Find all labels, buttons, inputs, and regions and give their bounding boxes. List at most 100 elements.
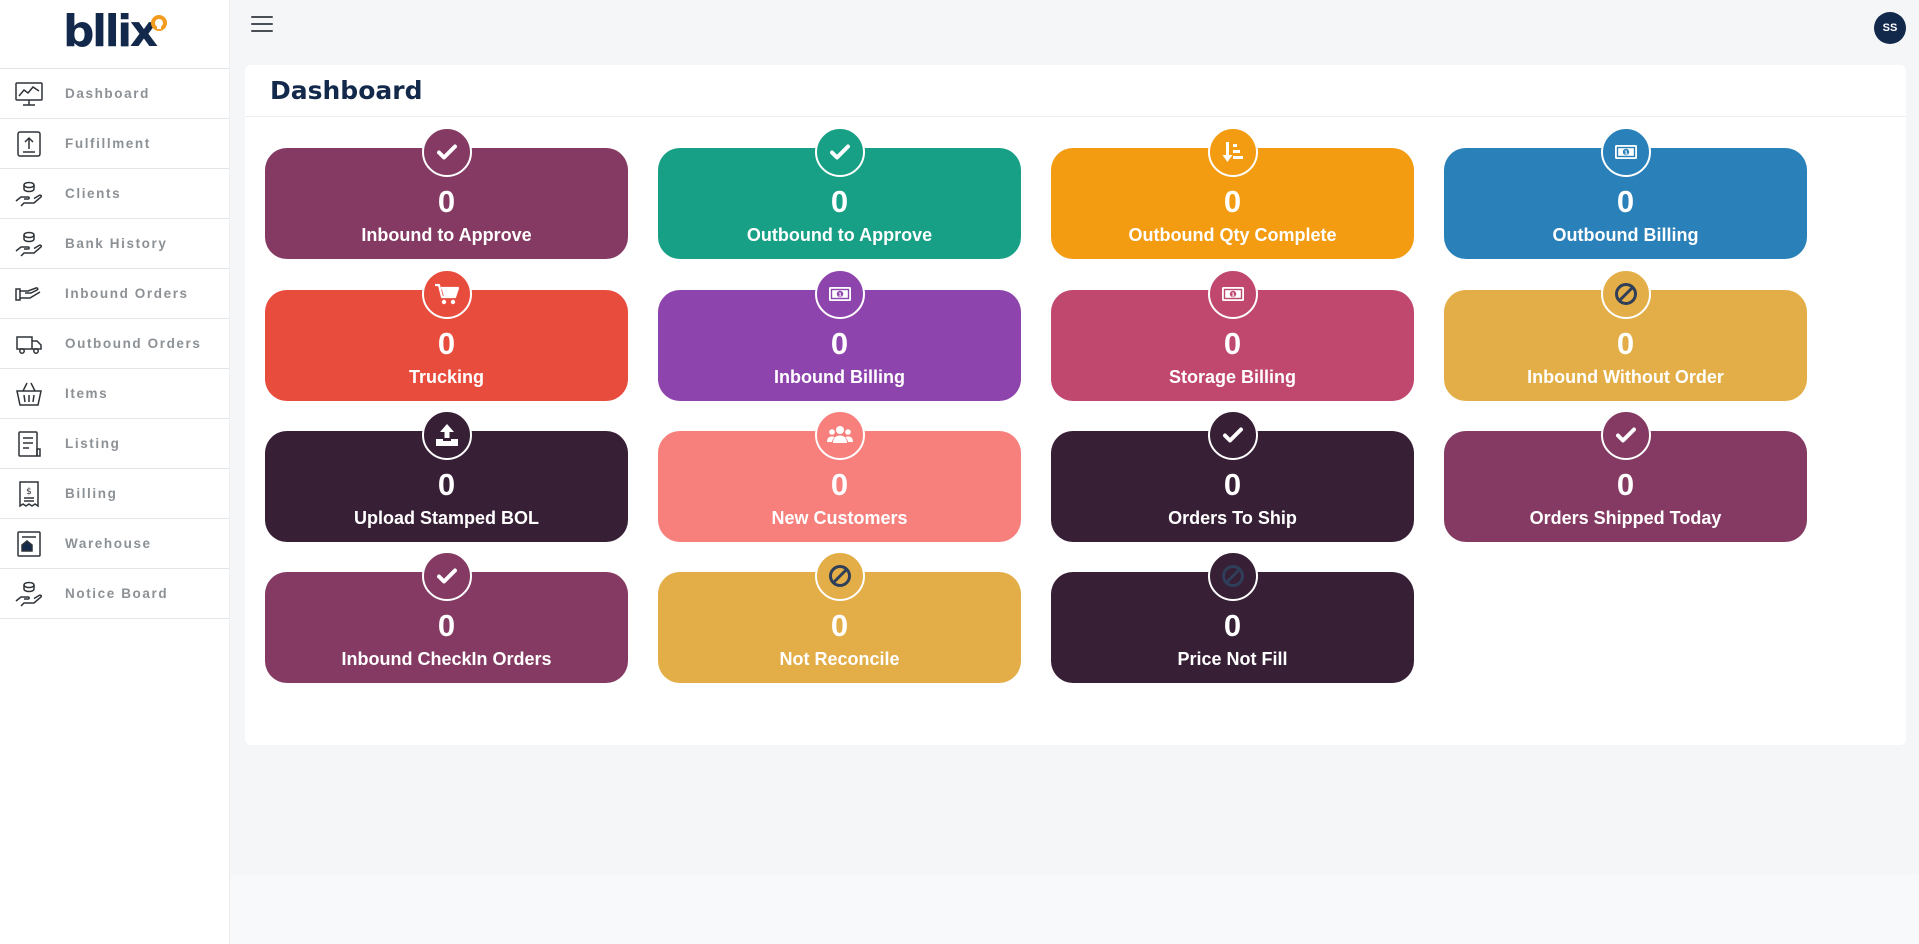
sidebar: bllix Dashboard Fulfillment Clients Bank… <box>0 0 230 944</box>
svg-text:$: $ <box>26 487 32 497</box>
tile-count: 0 <box>1223 184 1242 219</box>
tile-storage-billing[interactable]: 1 0 Storage Billing <box>1051 269 1414 401</box>
cart-icon <box>422 269 472 319</box>
sidebar-item-items[interactable]: Items <box>0 369 229 419</box>
tile-count: 0 <box>1616 467 1635 502</box>
tile-label: New Customers <box>771 508 908 528</box>
tile-orders-shipped-today[interactable]: 0 Orders Shipped Today <box>1444 410 1807 542</box>
money-icon: 1 <box>1208 269 1258 319</box>
tile-label: Not Reconcile <box>779 649 900 669</box>
check-icon <box>1601 410 1651 460</box>
logo-arrow-icon <box>151 15 167 31</box>
tile-inbound-billing[interactable]: 1 0 Inbound Billing <box>658 269 1021 401</box>
sidebar-item-label: Billing <box>65 486 118 501</box>
tile-inbound-checkin-orders[interactable]: 0 Inbound CheckIn Orders <box>265 551 628 683</box>
sort-down-icon <box>1208 127 1258 177</box>
tile-count: 0 <box>1616 184 1635 219</box>
hand-coins-icon <box>14 229 44 259</box>
hand-coins-icon <box>14 179 44 209</box>
brand-logo[interactable]: bllix <box>0 0 229 69</box>
sidebar-item-listing[interactable]: Listing <box>0 419 229 469</box>
svg-text:1: 1 <box>1624 150 1628 156</box>
tile-upload-stamped-bol[interactable]: 0 Upload Stamped BOL <box>265 410 628 542</box>
user-avatar[interactable]: SS <box>1874 12 1906 44</box>
page-title: Dashboard <box>270 76 423 105</box>
dashboard-panel: Dashboard 0 Inbound to Approve 0 Outbound t… <box>245 65 1906 745</box>
tile-inbound-to-approve[interactable]: 0 Inbound to Approve <box>265 127 628 259</box>
truck-icon <box>14 329 44 359</box>
tile-orders-to-ship[interactable]: 0 Orders To Ship <box>1051 410 1414 542</box>
monitor-chart-icon <box>14 79 44 109</box>
tile-label: Orders To Ship <box>1168 508 1297 528</box>
tile-count: 0 <box>1223 326 1242 361</box>
tile-label: Outbound Billing <box>1552 225 1699 245</box>
tile-price-not-fill[interactable]: 0 Price Not Fill <box>1051 551 1414 683</box>
tile-label: Outbound Qty Complete <box>1128 225 1337 245</box>
sidebar-item-label: Bank History <box>65 236 168 251</box>
tile-label: Inbound CheckIn Orders <box>341 649 552 669</box>
money-icon: 1 <box>1601 127 1651 177</box>
tile-label: Upload Stamped BOL <box>353 508 539 528</box>
ban-icon <box>815 551 865 601</box>
sidebar-item-notice-board[interactable]: Notice Board <box>0 569 229 619</box>
check-icon <box>422 127 472 177</box>
users-icon <box>815 410 865 460</box>
check-icon <box>1208 410 1258 460</box>
tile-count: 0 <box>437 184 456 219</box>
tile-label: Inbound Without Order <box>1527 367 1724 387</box>
sidebar-item-label: Inbound Orders <box>65 286 189 301</box>
sidebar-item-dashboard[interactable]: Dashboard <box>0 69 229 119</box>
basket-icon <box>14 379 44 409</box>
tile-label: Trucking <box>408 367 484 387</box>
tile-count: 0 <box>1223 467 1242 502</box>
sidebar-item-label: Notice Board <box>65 586 169 601</box>
menu-toggle-icon[interactable] <box>251 16 273 36</box>
check-icon <box>422 551 472 601</box>
upload-icon <box>422 410 472 460</box>
tile-new-customers[interactable]: 0 New Customers <box>658 410 1021 542</box>
tile-count: 0 <box>830 467 849 502</box>
tile-count: 0 <box>830 608 849 643</box>
check-icon <box>815 127 865 177</box>
hand-coins-icon <box>14 579 44 609</box>
ban-icon <box>1208 551 1258 601</box>
tile-outbound-to-approve[interactable]: 0 Outbound to Approve <box>658 127 1021 259</box>
sidebar-item-label: Fulfillment <box>65 136 151 151</box>
tile-outbound-billing[interactable]: 1 0 Outbound Billing <box>1444 127 1807 259</box>
invoice-icon: $ <box>14 479 44 509</box>
sidebar-item-bank-history[interactable]: Bank History <box>0 219 229 269</box>
tile-label: Orders Shipped Today <box>1529 508 1722 528</box>
svg-text:1: 1 <box>1231 292 1235 298</box>
tile-label: Price Not Fill <box>1177 649 1288 669</box>
sidebar-item-label: Dashboard <box>65 86 150 101</box>
topbar: SS <box>231 0 1919 56</box>
sidebar-item-inbound-orders[interactable]: Inbound Orders <box>0 269 229 319</box>
tile-inbound-without-order[interactable]: 0 Inbound Without Order <box>1444 269 1807 401</box>
tile-count: 0 <box>830 184 849 219</box>
panel-header: Dashboard <box>245 65 1906 117</box>
footer <box>231 875 1919 944</box>
svg-text:1: 1 <box>838 292 842 298</box>
sidebar-item-fulfillment[interactable]: Fulfillment <box>0 119 229 169</box>
sidebar-item-warehouse[interactable]: Warehouse <box>0 519 229 569</box>
tile-trucking[interactable]: 0 Trucking <box>265 269 628 401</box>
tile-count: 0 <box>1223 608 1242 643</box>
sidebar-item-label: Outbound Orders <box>65 336 202 351</box>
sidebar-item-billing[interactable]: $ Billing <box>0 469 229 519</box>
tile-label: Inbound to Approve <box>361 225 532 245</box>
warehouse-icon <box>14 529 44 559</box>
tile-label: Outbound to Approve <box>746 225 933 245</box>
tile-label: Inbound Billing <box>774 367 905 387</box>
money-icon: 1 <box>815 269 865 319</box>
sidebar-item-label: Clients <box>65 186 122 201</box>
tile-label: Storage Billing <box>1168 367 1296 387</box>
list-document-icon <box>14 429 44 459</box>
hand-receive-icon <box>14 279 44 309</box>
tile-not-reconcile[interactable]: 0 Not Reconcile <box>658 551 1021 683</box>
sidebar-item-outbound-orders[interactable]: Outbound Orders <box>0 319 229 369</box>
tile-count: 0 <box>437 467 456 502</box>
tile-outbound-qty-complete[interactable]: 0 Outbound Qty Complete <box>1051 127 1414 259</box>
sidebar-item-clients[interactable]: Clients <box>0 169 229 219</box>
tile-count: 0 <box>1616 326 1635 361</box>
sidebar-item-label: Listing <box>65 436 121 451</box>
